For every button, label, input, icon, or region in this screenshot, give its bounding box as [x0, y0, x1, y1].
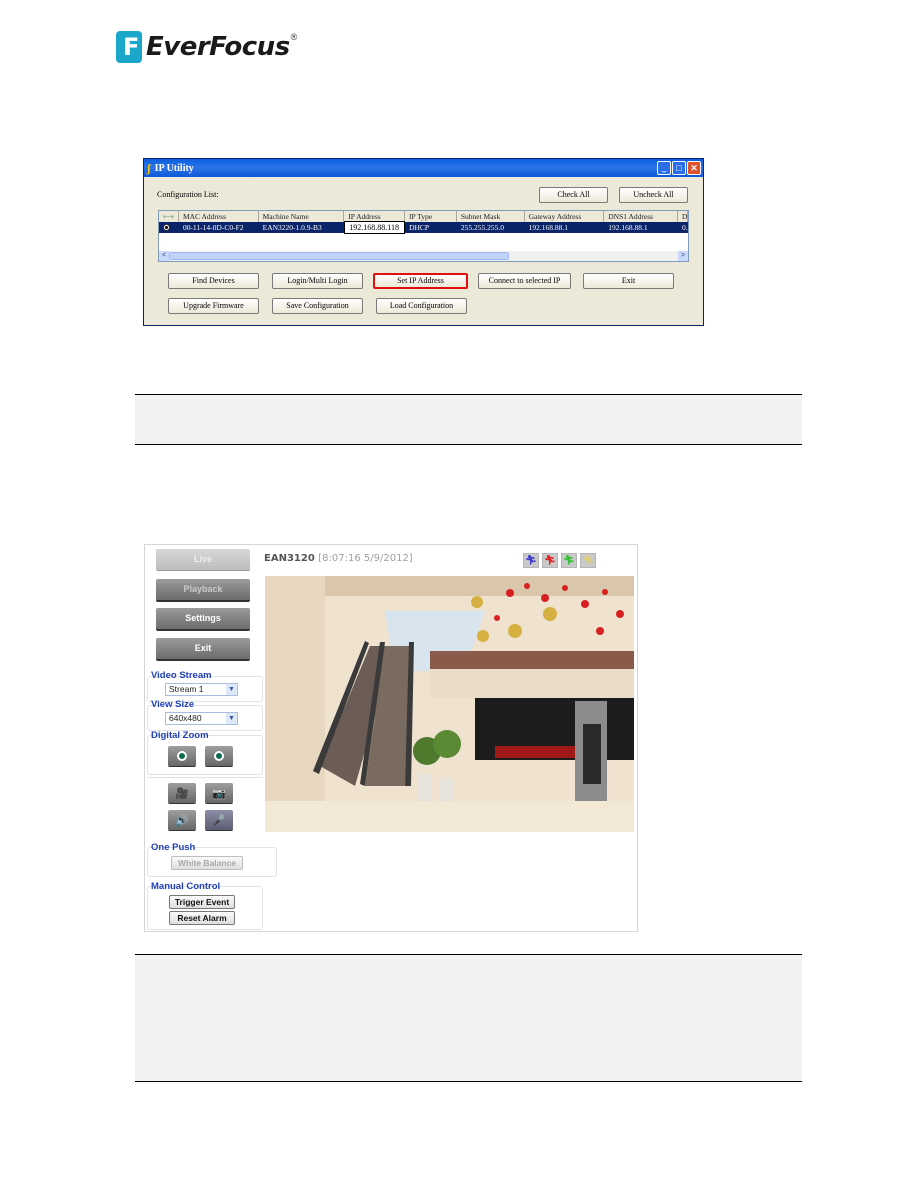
- alarm-indicators: 🏃︎ 🏃︎ 🏃︎ 🏃︎: [523, 553, 596, 568]
- trigger-event-button[interactable]: Trigger Event: [169, 895, 235, 909]
- settings-button[interactable]: Settings: [156, 608, 250, 629]
- column-header-dns2[interactable]: D: [677, 211, 688, 222]
- column-header-subnet-mask[interactable]: Subnet Mask: [456, 211, 525, 222]
- video-camera-icon: 🎥: [175, 787, 189, 800]
- window-title: IP Utility: [154, 162, 194, 174]
- live-button[interactable]: Live: [156, 549, 250, 570]
- live-video-feed[interactable]: [265, 576, 634, 832]
- minimize-button[interactable]: _: [657, 161, 671, 175]
- configuration-list-label: Configuration List:: [157, 190, 219, 199]
- chevron-down-icon: ▼: [226, 713, 237, 724]
- everfocus-logo: F EverFocus ®: [116, 29, 297, 65]
- camera-title: EAN3120 [8:07:16 5/9/2012]: [264, 553, 413, 564]
- registered-mark: ®: [290, 32, 298, 42]
- zoom-out-icon: [214, 751, 224, 761]
- speaker-icon: 🔊: [175, 814, 189, 827]
- view-size-label: View Size: [151, 699, 195, 710]
- video-stream-select[interactable]: Stream 1 ▼: [165, 683, 238, 696]
- video-stream-value: Stream 1: [169, 684, 204, 694]
- live-view-page: Live Playback Settings Exit Video Stream…: [144, 544, 638, 932]
- ip-utility-window: ʃ IP Utility _ □ ✕ Configuration List: C…: [143, 158, 704, 326]
- microphone-button[interactable]: 🎤: [205, 810, 233, 830]
- logo-mark-icon: F: [116, 31, 142, 63]
- audio-button[interactable]: 🔊: [168, 810, 196, 830]
- column-header-mac[interactable]: MAC Address: [178, 211, 259, 222]
- close-button[interactable]: ✕: [687, 161, 701, 175]
- video-stream-label: Video Stream: [151, 670, 212, 681]
- table-header: ⟷ MAC Address Machine Name IP Address IP…: [159, 211, 688, 222]
- record-button[interactable]: 🎥: [168, 783, 196, 803]
- table-row[interactable]: 00-11-14-0D-C0-F2 EAN3220-1.0.9-B3 192.1…: [159, 221, 688, 234]
- exit-nav-button[interactable]: Exit: [156, 638, 250, 659]
- column-header-gateway[interactable]: Gateway Address: [524, 211, 605, 222]
- zoom-out-button[interactable]: [205, 746, 233, 766]
- snapshot-button[interactable]: 📷: [205, 783, 233, 803]
- cell-machine-name: EAN3220-1.0.9-B3: [262, 223, 322, 232]
- alarm-input-icon: 🏃︎: [542, 553, 558, 568]
- playback-button[interactable]: Playback: [156, 579, 250, 600]
- camera-timestamp: [8:07:16 5/9/2012]: [318, 553, 413, 564]
- event-alarm-icon: 🏃︎: [580, 553, 596, 568]
- view-size-select[interactable]: 640x480 ▼: [165, 712, 238, 725]
- reset-alarm-button[interactable]: Reset Alarm: [169, 911, 235, 925]
- row-radio[interactable]: [159, 222, 179, 233]
- title-bar: ʃ IP Utility _ □ ✕: [144, 159, 703, 177]
- manual-control-label: Manual Control: [151, 881, 221, 892]
- note-box: [135, 954, 802, 1082]
- ip-address-input[interactable]: 192.168.88.118: [344, 221, 406, 234]
- zoom-in-icon: [177, 751, 187, 761]
- digital-zoom-label: Digital Zoom: [151, 730, 209, 741]
- chevron-down-icon: ▼: [226, 684, 237, 695]
- scroll-left-arrow-icon[interactable]: <: [159, 251, 169, 261]
- set-ip-address-button[interactable]: Set IP Address: [373, 273, 468, 289]
- note-box: [135, 394, 802, 445]
- login-multi-login-button[interactable]: Login/Multi Login: [272, 273, 363, 289]
- configuration-list-table[interactable]: ⟷ MAC Address Machine Name IP Address IP…: [158, 210, 689, 262]
- load-configuration-button[interactable]: Load Configuration: [376, 298, 467, 314]
- logo-text: EverFocus: [146, 32, 290, 62]
- cell-dns2: 0.0: [682, 223, 688, 232]
- scroll-right-arrow-icon[interactable]: >: [678, 251, 688, 261]
- camera-name: EAN3120: [264, 553, 315, 564]
- maximize-button[interactable]: □: [672, 161, 686, 175]
- zoom-in-button[interactable]: [168, 746, 196, 766]
- connect-to-selected-ip-button[interactable]: Connect to selected IP: [478, 273, 571, 289]
- divider: [147, 777, 263, 778]
- column-header-dns1[interactable]: DNS1 Address: [604, 211, 678, 222]
- column-header-ip-type[interactable]: IP Type: [405, 211, 457, 222]
- white-balance-button[interactable]: White Balance: [171, 856, 243, 870]
- camera-icon: 📷: [212, 787, 226, 800]
- alarm-output-icon: 🏃︎: [561, 553, 577, 568]
- cell-gateway: 192.168.88.1: [528, 223, 568, 232]
- column-header-machine-name[interactable]: Machine Name: [258, 211, 345, 222]
- upgrade-firmware-button[interactable]: Upgrade Firmware: [168, 298, 259, 314]
- cell-mac: 00-11-14-0D-C0-F2: [182, 223, 244, 232]
- uncheck-all-button[interactable]: Uncheck All: [619, 187, 688, 203]
- one-push-label: One Push: [151, 842, 196, 853]
- view-size-value: 640x480: [169, 713, 202, 723]
- app-icon: ʃ: [147, 160, 151, 175]
- cell-dns1: 192.168.88.1: [608, 223, 648, 232]
- column-header-select[interactable]: ⟷: [159, 211, 179, 222]
- motion-alarm-icon: 🏃︎: [523, 553, 539, 568]
- find-devices-button[interactable]: Find Devices: [168, 273, 259, 289]
- mall-scene-image: [265, 576, 634, 832]
- cell-ip-type: DHCP: [409, 223, 430, 232]
- horizontal-scrollbar[interactable]: < >: [159, 251, 688, 261]
- exit-button[interactable]: Exit: [583, 273, 674, 289]
- microphone-icon: 🎤: [212, 814, 226, 827]
- check-all-button[interactable]: Check All: [539, 187, 608, 203]
- scrollbar-thumb[interactable]: [169, 252, 509, 260]
- save-configuration-button[interactable]: Save Configuration: [272, 298, 363, 314]
- cell-subnet-mask: 255.255.255.0: [460, 223, 504, 232]
